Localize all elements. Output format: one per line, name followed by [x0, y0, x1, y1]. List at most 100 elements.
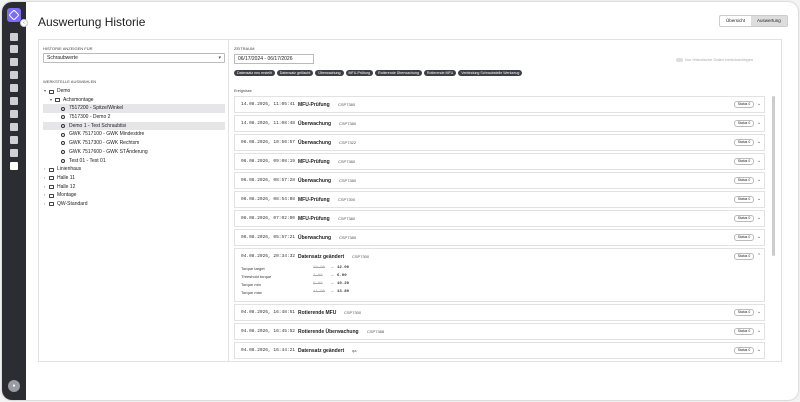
tab-evaluation[interactable]: Auswertung: [751, 16, 787, 26]
filter-chip[interactable]: Datensatz gelöscht: [276, 70, 314, 76]
table-icon[interactable]: [10, 149, 18, 157]
tree-node[interactable]: Demo 1 - Test Schraubtisi: [43, 121, 225, 131]
event-type: MFU-Prüfung: [298, 101, 330, 108]
filter-chip[interactable]: Rotierende Überwachung: [375, 70, 422, 76]
event-card[interactable]: 06.08.2026, 08:57:28 Überwachung CSP7380 St…: [234, 172, 765, 189]
tree-node[interactable]: 7517300 - Demo 2: [43, 113, 225, 122]
chevron-down-icon[interactable]: ⌄: [757, 234, 761, 240]
filter-chip[interactable]: MFU-Prüfung: [345, 70, 374, 76]
chevron-down-icon[interactable]: ⌄: [757, 120, 761, 126]
event-id: CSP7388: [367, 329, 385, 334]
scrollbar[interactable]: [772, 96, 775, 256]
grid-icon[interactable]: [10, 33, 18, 41]
event-card[interactable]: 14.08.2026, 11:05:41 MFU-Prüfung CSP7380 St…: [234, 96, 765, 113]
chevron-down-icon[interactable]: ⌄: [757, 139, 761, 145]
tree-node[interactable]: GWK 7517300 - GWK Rechtsm: [43, 139, 225, 148]
page-title: Auswertung Historie: [38, 15, 146, 29]
tool-icon: [61, 132, 65, 137]
change-key: Threshold torque: [241, 274, 272, 279]
chevron-down-icon[interactable]: ⌄: [757, 158, 761, 164]
status-badge: Status 0: [734, 177, 754, 184]
tool-icon: [61, 115, 65, 120]
tab-overview[interactable]: Übersicht: [720, 16, 751, 26]
range-label: ZEITRAUM: [234, 46, 255, 51]
filter-chip[interactable]: Überwachung: [315, 70, 344, 76]
tree-node-label: Achsmontage: [63, 96, 94, 103]
date-range-value: 06/17/2024 - 06/17/2026: [238, 56, 293, 62]
list-icon[interactable]: [10, 97, 18, 105]
event-card[interactable]: 04.08.2026, 20:34:32 Datensatz geändert CS…: [234, 248, 765, 302]
date-range-input[interactable]: 06/17/2024 - 06/17/2026: [234, 54, 314, 64]
tree-node[interactable]: › QW-Standard: [43, 200, 225, 209]
status-badge: Status 0: [734, 139, 754, 146]
event-card[interactable]: 04.08.2026, 16:44:21 Datensatz geändert qa…: [234, 342, 765, 359]
event-type: Datensatz geändert: [298, 347, 345, 354]
event-card[interactable]: 14.08.2026, 11:08:48 Überwachung CSP7380 St…: [234, 115, 765, 132]
filter-chip[interactable]: Rotierende MFU: [423, 70, 457, 76]
history-toggle[interactable]: Nur Historische Daten berücksichtigen: [676, 57, 753, 62]
chevron-down-icon[interactable]: ⌄: [757, 309, 761, 315]
arrow-icon: →: [331, 282, 334, 286]
change-new: 10.20: [337, 282, 350, 286]
folder-icon: [55, 98, 60, 103]
chevron-right-icon[interactable]: ›: [44, 174, 45, 183]
dashboard-icon[interactable]: [10, 45, 18, 53]
chevron-down-icon[interactable]: ⌄: [757, 328, 761, 334]
filter-chip[interactable]: Datensatz neu erstellt: [234, 70, 275, 76]
event-card[interactable]: 06.08.2026, 07:02:00 MFU-Prüfung CSP7380 St…: [234, 210, 765, 227]
tree-node-label: Demo: [57, 88, 71, 94]
event-card[interactable]: 06.08.2026, 08:54:08 MFU-Prüfung CSP7300 St…: [234, 191, 765, 208]
chart-icon[interactable]: [10, 136, 18, 144]
event-timestamp: 04.08.2026, 16:44:21: [241, 348, 296, 353]
event-type: Rotierende Überwachung: [298, 328, 359, 335]
logo-icon[interactable]: [7, 8, 21, 22]
tree-node-label: GWK 7517100 - GWK Mindestdre: [69, 131, 145, 138]
chevron-down-icon[interactable]: ⌄: [757, 215, 761, 221]
tool-icon[interactable]: [10, 123, 18, 131]
event-card[interactable]: 06.08.2026, 10:56:57 Überwachung CSP7322 St…: [234, 134, 765, 151]
event-card[interactable]: 04.08.2026, 16:45:52 Rotierende Überwachu…: [234, 323, 765, 340]
tree-node[interactable]: › Montage: [43, 191, 225, 200]
gear-icon[interactable]: [10, 71, 18, 79]
history-select[interactable]: Schraubwerte ▾: [43, 53, 225, 63]
event-timestamp: 14.08.2026, 11:05:41: [241, 102, 296, 107]
tree-node[interactable]: GWK 7517600 - GWK STÄnderung: [43, 148, 225, 157]
chevron-down-icon[interactable]: ⌄: [757, 347, 761, 353]
arrow-icon: →: [331, 290, 334, 294]
history-label: HISTORIE ANZEIGEN FÜR: [43, 46, 93, 51]
tree-node[interactable]: › Halle 11: [43, 174, 225, 183]
chevron-down-icon[interactable]: ▾: [50, 96, 52, 105]
event-timestamp: 06.08.2026, 07:02:00: [241, 216, 296, 221]
chevron-right-icon[interactable]: ›: [44, 200, 45, 209]
tree-node[interactable]: › Linienhaus: [43, 165, 225, 174]
chevron-right-icon[interactable]: ›: [44, 183, 45, 192]
collapse-icon[interactable]: ‹: [20, 19, 28, 27]
avatar[interactable]: ●: [8, 380, 20, 392]
filter-chip[interactable]: Verbindung Schraubstelle Werkzeug: [458, 70, 523, 76]
tree-node[interactable]: ▾ Demo: [43, 87, 225, 96]
chevron-right-icon[interactable]: ›: [44, 165, 45, 174]
chevron-down-icon[interactable]: ⌄: [757, 101, 761, 107]
chevron-down-icon[interactable]: ⌄: [757, 177, 761, 183]
chevron-down-icon[interactable]: ▾: [44, 87, 46, 96]
tree-node[interactable]: 7517200 - Spitze/Winkel: [43, 104, 225, 114]
wrench-icon[interactable]: [10, 84, 18, 92]
arrow-icon: →: [331, 266, 334, 270]
chevron-up-icon[interactable]: ⌃: [757, 253, 761, 259]
chevron-down-icon: ▾: [218, 55, 221, 61]
events-panel: ZEITRAUM 06/17/2024 - 06/17/2026 Nur His…: [230, 40, 781, 361]
event-card[interactable]: 06.08.2026, 05:57:21 Überwachung CSP7380 St…: [234, 229, 765, 246]
chevron-right-icon[interactable]: ›: [44, 191, 45, 200]
history-icon[interactable]: [10, 162, 18, 170]
chevron-down-icon[interactable]: ⌄: [757, 196, 761, 202]
event-card[interactable]: 04.08.2026, 16:48:51 Rotierende MFU CSP730…: [234, 304, 765, 321]
tree-node[interactable]: Test 01 - Test 01: [43, 157, 225, 166]
tree-node[interactable]: › Halle 12: [43, 183, 225, 192]
event-timestamp: 06.08.2026, 08:54:08: [241, 197, 296, 202]
tree-node[interactable]: GWK 7517100 - GWK Mindestdre: [43, 130, 225, 139]
document-icon[interactable]: [10, 58, 18, 66]
tree-node[interactable]: ▾ Achsmontage: [43, 96, 225, 105]
event-list: 14.08.2026, 11:05:41 MFU-Prüfung CSP7380 St…: [234, 96, 766, 359]
event-card[interactable]: 06.08.2026, 09:08:19 MFU-Prüfung CSP7380 St…: [234, 153, 765, 170]
copy-icon[interactable]: [10, 110, 18, 118]
